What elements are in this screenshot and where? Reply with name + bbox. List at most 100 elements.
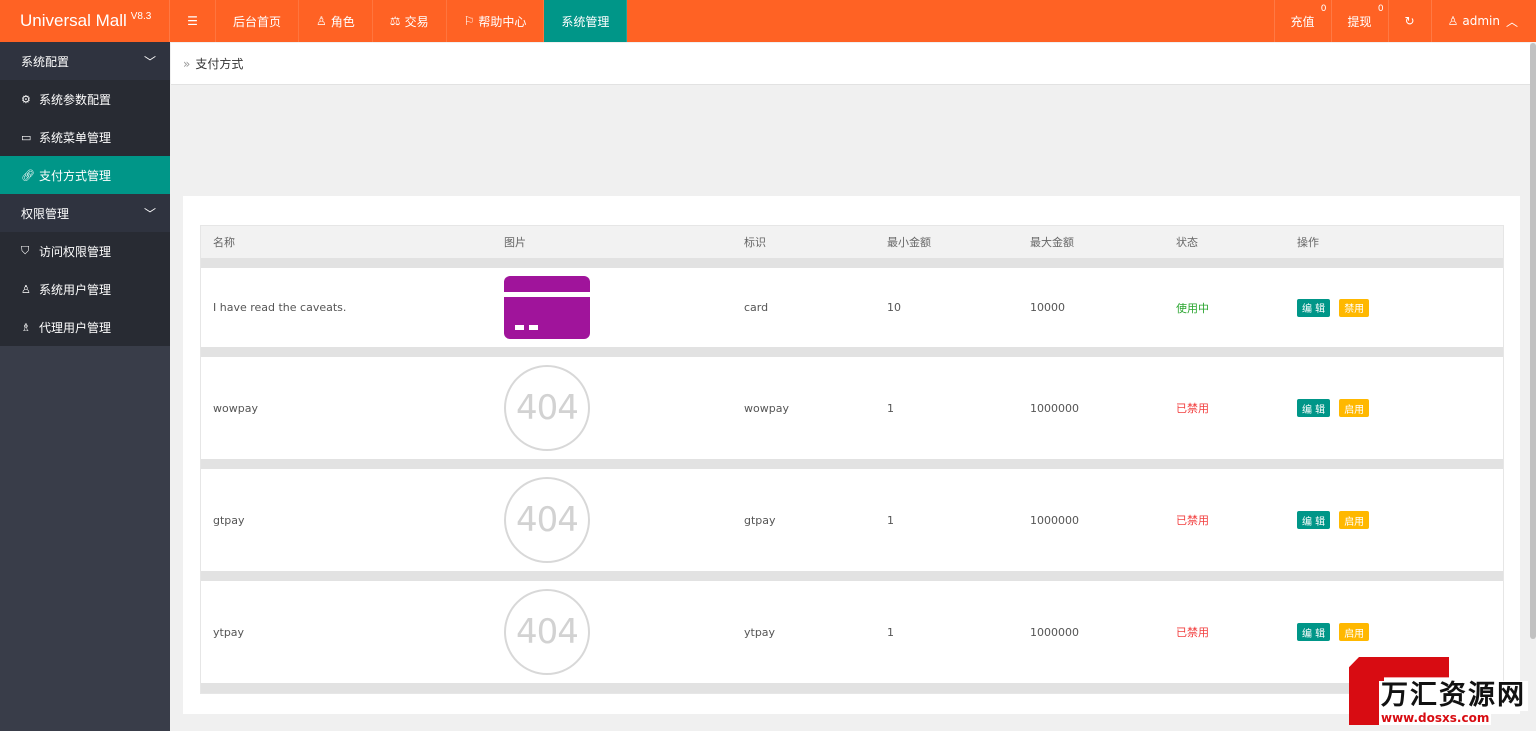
edit-button[interactable]: 编 辑: [1297, 298, 1331, 317]
sidebar-item-payment-methods[interactable]: 🔗︎ 支付方式管理: [0, 156, 170, 194]
nav-system[interactable]: 系统管理: [544, 0, 628, 42]
cell-actions: 编 辑 启用: [1297, 623, 1497, 641]
status-badge: 使用中: [1176, 301, 1209, 315]
cell-image: 404: [504, 477, 744, 563]
sidebar-group-label: 系统配置: [21, 54, 70, 69]
user-icon: ♙: [316, 14, 327, 28]
recharge-label: 充值: [1290, 14, 1315, 29]
row-divider: [201, 347, 1503, 357]
enable-button[interactable]: 启用: [1339, 399, 1370, 417]
sidebar-item-agent-users[interactable]: ♗ 代理用户管理: [0, 308, 170, 346]
cell-id: card: [744, 301, 769, 314]
header-max: 最大金额: [1030, 236, 1074, 249]
watermark-logo: 万汇资源网 www.dosxs.com: [1349, 657, 1530, 725]
content-card: 名称 图片 标识 最小金额 最大金额 状态 操作 I have read the…: [183, 196, 1520, 714]
nav-system-label: 系统管理: [561, 14, 610, 29]
credit-card-icon: [504, 276, 590, 339]
user-icon: ♙: [21, 282, 31, 296]
brand-logo[interactable]: Universal Mall V8.3: [0, 0, 170, 42]
edit-button[interactable]: 编 辑: [1297, 399, 1331, 417]
watermark-url: www.dosxs.com: [1379, 711, 1492, 725]
table-row: ytpay 404 ytpay 1 1000000 已禁用 编 辑 启用: [201, 581, 1503, 683]
status-badge: 已禁用: [1176, 626, 1209, 639]
row-divider: [201, 258, 1503, 268]
nav-role[interactable]: ♙ 角色: [299, 0, 373, 42]
nav-help-label: 帮助中心: [478, 14, 527, 29]
header-min: 最小金额: [887, 236, 931, 249]
sidebar-item-system-users[interactable]: ♙ 系统用户管理: [0, 270, 170, 308]
cell-max: 1000000: [1030, 401, 1079, 415]
menu-toggle-button[interactable]: ☰: [170, 0, 216, 42]
nav-home[interactable]: 后台首页: [216, 0, 300, 42]
top-bar: Universal Mall V8.3 ☰ 后台首页 ♙ 角色 ⚖ 交易 ⚐ 帮助…: [0, 0, 1536, 42]
watermark-text: 万汇资源网: [1379, 680, 1528, 711]
status-badge: 已禁用: [1176, 514, 1209, 527]
cell-image: [504, 276, 744, 339]
cell-max: 10000: [1030, 301, 1065, 314]
cell-image: 404: [504, 589, 744, 675]
sidebar-group-permissions[interactable]: 权限管理 ﹀: [0, 194, 170, 232]
recharge-button[interactable]: 充值 0: [1273, 0, 1331, 42]
header-id: 标识: [744, 236, 766, 249]
sidebar-item-system-menu[interactable]: ▭ 系统菜单管理: [0, 118, 170, 156]
cell-name: ytpay: [213, 625, 245, 639]
row-divider: [201, 459, 1503, 469]
cell-min: 1: [887, 625, 894, 639]
image-not-found-icon: 404: [504, 477, 590, 563]
cell-max: 1000000: [1030, 513, 1079, 527]
nav-trade-label: 交易: [404, 14, 429, 29]
cell-actions: 编 辑 启用: [1297, 511, 1497, 529]
withdraw-button[interactable]: 提现 0: [1330, 0, 1388, 42]
table-header: 名称 图片 标识 最小金额 最大金额 状态 操作: [201, 226, 1503, 258]
image-not-found-icon: 404: [504, 589, 590, 675]
cell-name: I have read the caveats.: [213, 301, 347, 314]
disable-button[interactable]: 禁用: [1339, 298, 1370, 317]
sidebar-item-label: 代理用户管理: [39, 320, 112, 335]
cell-max: 1000000: [1030, 625, 1079, 639]
users-icon: ♗: [21, 320, 31, 334]
enable-button[interactable]: 启用: [1339, 511, 1370, 529]
cell-image: 404: [504, 365, 744, 451]
chevron-down-icon: ﹀: [143, 206, 156, 221]
chevron-down-icon: ﹀: [143, 54, 156, 69]
card-stripe: [504, 292, 590, 297]
menu-icon: ☰: [187, 14, 198, 28]
cell-min: 1: [887, 401, 894, 415]
cell-id: ytpay: [744, 625, 776, 639]
header-image: 图片: [504, 236, 526, 249]
sidebar-item-label: 系统菜单管理: [39, 130, 112, 145]
brand-version: V8.3: [130, 10, 152, 22]
sidebar-item-label: 访问权限管理: [39, 244, 112, 259]
payment-methods-table: 名称 图片 标识 最小金额 最大金额 状态 操作 I have read the…: [200, 225, 1504, 694]
nav-help[interactable]: ⚐ 帮助中心: [447, 0, 545, 42]
link-icon: 🔗︎: [21, 168, 35, 182]
user-name: admin: [1462, 14, 1500, 28]
recharge-count-badge: 0: [1320, 4, 1327, 14]
edit-button[interactable]: 编 辑: [1297, 623, 1331, 641]
sidebar-item-system-params[interactable]: ⚙ 系统参数配置: [0, 80, 170, 118]
sidebar-item-access-permissions[interactable]: ⛉ 访问权限管理: [0, 232, 170, 270]
nav-trade[interactable]: ⚖ 交易: [373, 0, 447, 42]
breadcrumb: » 支付方式: [171, 43, 1530, 85]
sidebar-group-system-config[interactable]: 系统配置 ﹀: [0, 42, 170, 80]
card-dot: [529, 325, 538, 330]
sidebar-item-label: 支付方式管理: [39, 168, 112, 183]
enable-button[interactable]: 启用: [1339, 623, 1370, 641]
header-name: 名称: [213, 236, 235, 249]
withdraw-label: 提现: [1347, 14, 1372, 29]
sidebar-item-label: 系统参数配置: [39, 92, 112, 107]
brand-name: Universal Mall: [20, 11, 127, 30]
withdraw-count-badge: 0: [1377, 4, 1384, 14]
edit-button[interactable]: 编 辑: [1297, 511, 1331, 529]
page-scrollbar[interactable]: [1530, 43, 1536, 639]
row-divider: [201, 571, 1503, 581]
gear-icon: ⚙: [21, 92, 31, 106]
image-not-found-icon: 404: [504, 365, 590, 451]
sidebar: 系统配置 ﹀ ⚙ 系统参数配置 ▭ 系统菜单管理 🔗︎ 支付方式管理 权限管理 …: [0, 42, 170, 731]
user-menu[interactable]: ♙ admin ︿: [1430, 0, 1536, 42]
nav-home-label: 后台首页: [233, 14, 282, 29]
table-row: wowpay 404 wowpay 1 1000000 已禁用 编 辑 启用: [201, 357, 1503, 459]
scale-icon: ⚖: [389, 14, 401, 28]
refresh-button[interactable]: ↻: [1387, 0, 1431, 42]
